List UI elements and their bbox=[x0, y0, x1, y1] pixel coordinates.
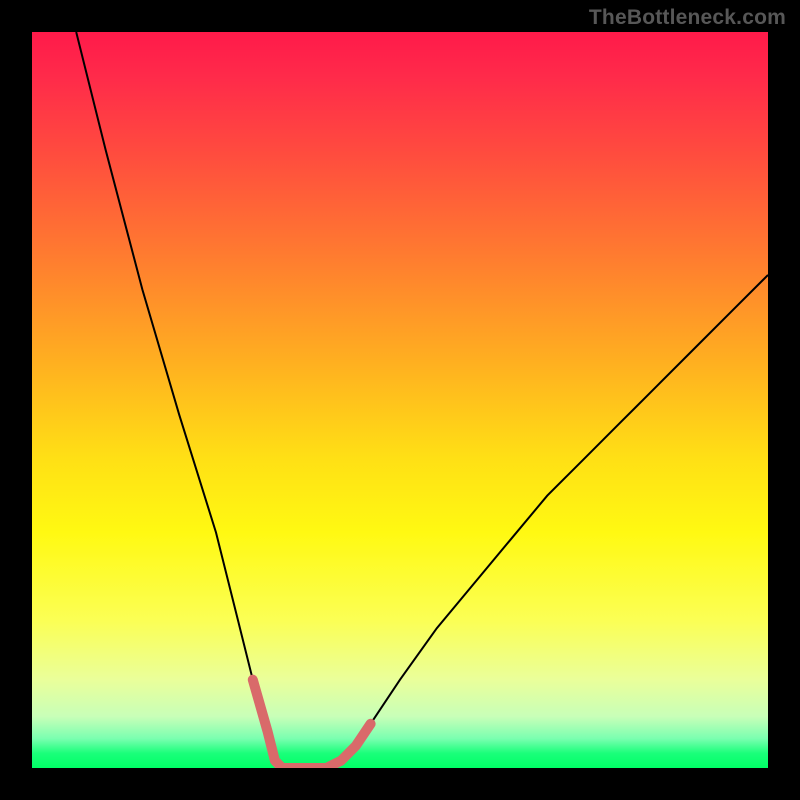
bottleneck-curve-path bbox=[76, 32, 768, 768]
bottom-highlight-path bbox=[253, 680, 371, 768]
curve-layer bbox=[32, 32, 768, 768]
watermark-text: TheBottleneck.com bbox=[589, 6, 786, 30]
chart-frame: TheBottleneck.com bbox=[0, 0, 800, 800]
plot-area bbox=[32, 32, 768, 768]
